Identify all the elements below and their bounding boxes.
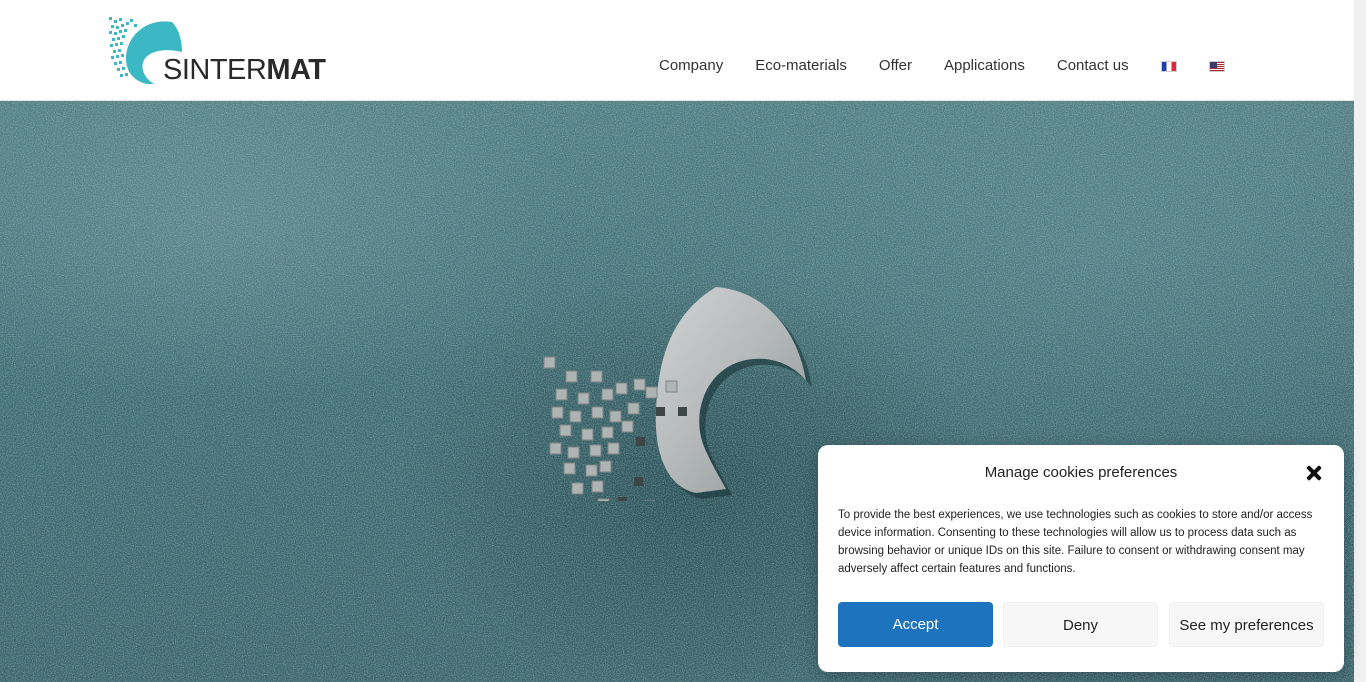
flag-fr-icon[interactable] [1160,60,1177,72]
nav-item-offer[interactable]: Offer [879,54,912,78]
page: SINTERMAT Company Eco-materials Offer Ap… [0,0,1366,682]
main-nav: Company Eco-materials Offer Applications… [659,54,1257,78]
logo-wordmark[interactable]: SINTERMAT [163,54,326,86]
site-header: SINTERMAT Company Eco-materials Offer Ap… [0,0,1354,101]
deny-button[interactable]: Deny [1003,602,1158,647]
logo-wordmark-bold: MAT [266,54,326,86]
nav-item-applications[interactable]: Applications [944,54,1025,78]
cookie-dialog-title: Manage cookies preferences [984,464,1178,481]
scrollbar[interactable] [1354,0,1366,682]
cookie-dialog-body: To provide the best experiences, we use … [838,509,1313,575]
sintermat-emblem-icon [543,287,812,501]
close-icon[interactable] [1304,463,1324,483]
cookie-consent-dialog: Manage cookies preferences To provide th… [818,445,1344,672]
nav-item-eco-materials[interactable]: Eco-materials [755,54,847,78]
flag-us-icon[interactable] [1208,60,1225,72]
accept-button[interactable]: Accept [838,602,993,647]
nav-item-contact-us[interactable]: Contact us [1057,54,1129,78]
nav-item-company[interactable]: Company [659,54,723,78]
see-preferences-button[interactable]: See my preferences [1169,602,1324,647]
logo-wordmark-light: SINTER [163,54,267,86]
